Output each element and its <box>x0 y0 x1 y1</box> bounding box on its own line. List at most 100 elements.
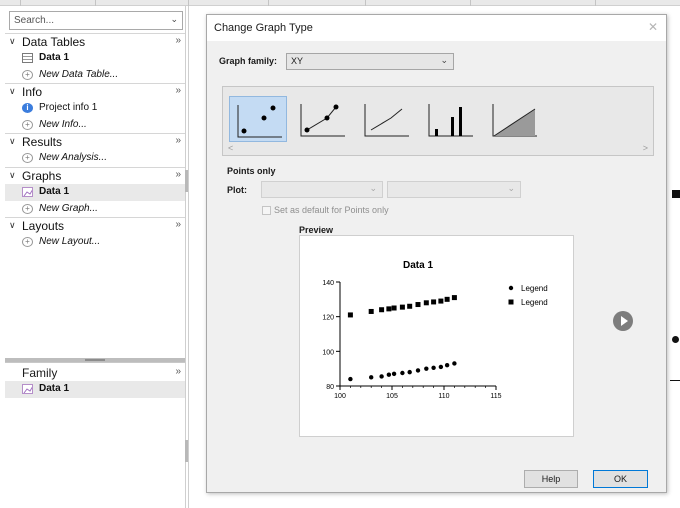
ok-button[interactable]: OK <box>593 470 648 488</box>
chevron-down-icon: ⌄ <box>507 183 515 193</box>
close-icon[interactable]: ✕ <box>648 20 658 34</box>
plot-option-select[interactable]: ⌄ <box>387 181 521 198</box>
data-point-circle <box>400 370 405 376</box>
nav-item-graph[interactable]: Data 1 <box>5 184 185 201</box>
scroll-right-arrow-icon[interactable]: > <box>643 143 648 153</box>
legend-label: Legend <box>521 284 548 293</box>
navigator-panel: Search... ⌄ ∨ Data Tables » Data 1 + New… <box>5 9 185 508</box>
section-info[interactable]: ∨ Info » <box>5 83 185 100</box>
section-results[interactable]: ∨ Results » <box>5 133 185 150</box>
data-point-circle <box>391 371 397 377</box>
plot-label: Plot: <box>227 185 247 195</box>
background-graph-line <box>670 380 680 381</box>
data-point-circle <box>369 375 374 380</box>
collapse-chevron-icon[interactable]: ∨ <box>9 86 16 97</box>
data-point-circle <box>386 372 392 377</box>
dialog-title: Change Graph Type <box>214 22 313 34</box>
section-layouts[interactable]: ∨ Layouts » <box>5 217 185 234</box>
navigator-search-box[interactable]: Search... ⌄ <box>9 11 183 30</box>
selected-subtype-title: Points only <box>227 166 276 176</box>
nav-item-new-info[interactable]: + New Info... <box>5 117 185 134</box>
data-point-square <box>368 308 374 314</box>
points-and-connecting-line-thumbnail[interactable] <box>293 96 351 142</box>
panel-border <box>185 6 186 508</box>
chevron-down-icon[interactable]: ⌄ <box>170 14 178 25</box>
collapse-chevron-icon[interactable]: ∨ <box>9 36 16 47</box>
nav-item-new-data-table[interactable]: + New Data Table... <box>5 67 185 84</box>
nav-item-new-layout[interactable]: + New Layout... <box>5 234 185 251</box>
section-title: Results <box>22 135 63 149</box>
help-button[interactable]: Help <box>524 470 578 488</box>
double-chevron-right-icon[interactable]: » <box>175 85 181 96</box>
nav-item-project-info[interactable]: i Project info 1 <box>5 100 185 117</box>
double-chevron-right-icon[interactable]: » <box>175 219 181 230</box>
graph-preview: Data 1 80 100 120 140 100 105 110 115 Legend Legen… <box>299 235 574 437</box>
double-chevron-right-icon[interactable]: » <box>175 366 181 377</box>
x-tick-label: 100 <box>334 393 346 400</box>
set-default-label: Set as default for Points only <box>274 205 389 215</box>
y-tick-label: 140 <box>322 280 334 287</box>
nav-item-label: New Layout... <box>39 236 101 247</box>
data-point-circle <box>415 368 421 373</box>
chevron-down-icon: ⌄ <box>440 55 448 65</box>
nav-item-label: New Graph... <box>39 203 98 214</box>
nav-item-label: New Data Table... <box>39 69 119 80</box>
search-placeholder: Search... <box>14 15 55 26</box>
double-chevron-right-icon[interactable]: » <box>175 35 181 46</box>
points-only-thumbnail[interactable] <box>229 96 287 142</box>
panel-border <box>188 6 189 508</box>
plot-select[interactable]: ⌄ <box>261 181 383 198</box>
strip-divider <box>470 0 471 6</box>
nav-item-data-table[interactable]: Data 1 <box>5 50 185 67</box>
set-default-checkbox[interactable] <box>262 206 271 215</box>
double-chevron-right-icon[interactable]: » <box>175 169 181 180</box>
nav-item-label: New Analysis... <box>39 152 107 163</box>
graph-icon <box>22 187 33 197</box>
background-graph-marker <box>672 336 679 343</box>
scrollbar-thumb[interactable] <box>185 440 188 462</box>
data-point-circle <box>424 366 429 371</box>
data-point-square <box>415 302 421 308</box>
section-data-tables[interactable]: ∨ Data Tables » <box>5 33 185 50</box>
data-point-circle <box>348 376 353 382</box>
section-title: Info <box>22 85 43 99</box>
graph-type-gallery: < > <box>222 86 654 156</box>
strip-divider <box>95 0 96 6</box>
area-fill-thumbnail[interactable] <box>485 96 543 142</box>
add-circle-icon: + <box>22 153 33 163</box>
play-icon[interactable] <box>613 311 633 331</box>
collapse-chevron-icon[interactable]: ∨ <box>9 170 16 181</box>
family-item-data[interactable]: Data 1 <box>5 381 185 398</box>
add-circle-icon: + <box>22 204 33 214</box>
graph-family-label: Graph family: <box>219 56 278 66</box>
add-circle-icon: + <box>22 237 33 247</box>
change-graph-type-dialog: Change Graph Type ✕ Graph family: XY ⌄ <… <box>206 14 667 493</box>
scrollbar-thumb[interactable] <box>185 170 188 192</box>
nav-item-new-graph[interactable]: + New Graph... <box>5 201 185 218</box>
splitter-grip[interactable] <box>85 359 105 361</box>
data-point-square <box>399 304 405 310</box>
strip-divider <box>20 0 21 6</box>
data-point-circle <box>452 361 457 366</box>
graph-family-select[interactable]: XY ⌄ <box>286 53 454 70</box>
collapse-chevron-icon[interactable]: ∨ <box>9 220 16 231</box>
data-point-circle <box>431 365 436 370</box>
data-point-square <box>407 303 413 309</box>
collapse-chevron-icon[interactable]: ∨ <box>9 136 16 147</box>
double-chevron-right-icon[interactable]: » <box>175 135 181 146</box>
line-only-thumbnail[interactable] <box>357 96 415 142</box>
data-point-circle <box>379 374 384 379</box>
data-point-square <box>423 300 429 306</box>
family-item-label: Data 1 <box>39 383 70 394</box>
data-point-square <box>386 306 392 312</box>
preview-chart: Data 180100120140100 105 110 115LegendLegen… <box>322 260 548 400</box>
strip-divider <box>365 0 366 6</box>
spikes-thumbnail[interactable] <box>421 96 479 142</box>
scroll-left-arrow-icon[interactable]: < <box>228 143 233 153</box>
graph-icon <box>22 384 33 394</box>
data-point-square <box>347 312 353 318</box>
data-point-square <box>431 299 437 305</box>
nav-item-new-analysis[interactable]: + New Analysis... <box>5 150 185 167</box>
section-graphs[interactable]: ∨ Graphs » <box>5 167 185 184</box>
data-point-square <box>391 305 397 311</box>
